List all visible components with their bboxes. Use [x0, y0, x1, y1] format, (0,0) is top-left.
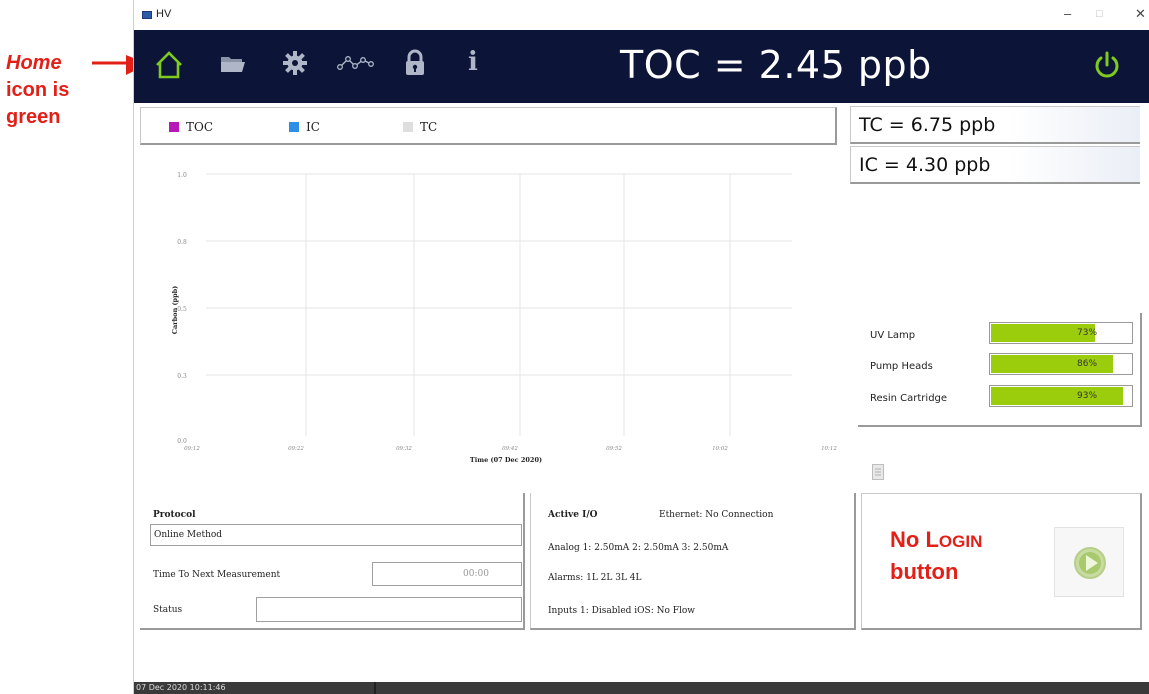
play-icon — [1074, 547, 1106, 579]
next-measurement-value: 00:00 — [463, 569, 489, 579]
legend-item-ic[interactable]: IC — [289, 120, 320, 134]
taskbar: 07 Dec 2020 10:11:46 — [134, 682, 1149, 694]
protocol-method-field[interactable]: Online Method — [150, 524, 522, 546]
consumable-bar-resin-cartridge: 93% — [989, 385, 1133, 407]
chart-legend: TOC IC TC — [140, 107, 837, 145]
login-callout-l: L — [925, 527, 939, 552]
chart-x-tick-label: 09:12 — [184, 446, 200, 452]
app-icon — [142, 11, 152, 19]
chart-x-tick-label: 09:22 — [288, 446, 304, 452]
chart-y-tick-label: 0.0 — [177, 438, 187, 445]
consumable-percent-resin-cartridge: 93% — [1077, 391, 1098, 401]
window-title: HV — [156, 8, 172, 20]
consumable-percent-pump-heads: 86% — [1077, 359, 1098, 369]
consumable-bar-uv-lamp: 73% — [989, 322, 1133, 344]
status-label: Status — [153, 605, 183, 615]
chart-y-tick-label: 0.3 — [177, 373, 187, 380]
minimize-button[interactable]: – — [1064, 6, 1071, 21]
chart-svg: 1.00.80.50.30.009:12 09:22 09:32 09:42 09:52… — [171, 172, 837, 464]
run-button[interactable] — [1054, 527, 1124, 597]
info-icon[interactable]: i — [468, 47, 478, 77]
legend-label-ic: IC — [306, 120, 320, 134]
trend-icon[interactable] — [337, 54, 375, 72]
consumable-label-pump-heads: Pump Heads — [870, 361, 933, 372]
power-icon[interactable] — [1092, 50, 1122, 80]
document-icon[interactable] — [872, 464, 884, 480]
consumables-panel: UV Lamp 73% Pump Heads 86% Resin Cartrid… — [858, 313, 1142, 427]
folder-icon[interactable] — [220, 54, 246, 74]
legend-swatch-ic — [289, 122, 299, 132]
home-callout-line2: icon is — [6, 79, 70, 101]
consumable-fill-resin-cartridge — [991, 387, 1124, 405]
carbon-chart: 1.0 0.8 0.5 0.3 0.0 09:12 09:22 09:32 09:42 09:52… — [134, 150, 844, 480]
protocol-method-value: Online Method — [154, 530, 223, 540]
consumable-percent-uv-lamp: 73% — [1077, 328, 1098, 338]
toc-value-header: TOC = 2.45 ppb — [620, 43, 932, 87]
chart-x-tick-label: 09:52 — [606, 446, 622, 452]
legend-item-tc[interactable]: TC — [403, 120, 437, 134]
chart-x-tick-label: 09:42 — [502, 446, 518, 452]
ethernet-status: Ethernet: No Connection — [659, 510, 774, 520]
taskbar-clock: 07 Dec 2020 10:11:46 — [136, 683, 226, 692]
login-callout-no: No — [890, 527, 926, 552]
chart-x-tick-label: 09:32 — [396, 446, 412, 452]
legend-label-toc: TOC — [186, 120, 214, 134]
ic-readout: IC = 4.30 ppb — [850, 146, 1140, 184]
next-measurement-label: Time To Next Measurement — [153, 570, 281, 580]
active-io-panel: Active I/O Ethernet: No Connection Analo… — [530, 493, 856, 630]
chart-y-tick-label: 1.0 — [177, 172, 187, 179]
chart-x-tick-label: 10:02 — [712, 446, 728, 452]
analog-outputs: Analog 1: 2.50mA 2: 2.50mA 3: 2.50mA — [548, 543, 729, 553]
active-io-title: Active I/O — [548, 510, 598, 520]
consumable-label-resin-cartridge: Resin Cartridge — [870, 393, 948, 404]
title-bar: HV – □ ✕ — [134, 0, 1149, 30]
app-window: HV – □ ✕ i TOC = 2.45 ppb TOC IC TC 1.0 … — [133, 0, 1149, 694]
login-callout-ogin: OGIN — [938, 532, 983, 551]
inputs-status: Inputs 1: Disabled iOS: No Flow — [548, 606, 696, 616]
next-measurement-field: 00:00 — [372, 562, 522, 586]
gear-icon[interactable] — [282, 50, 308, 76]
chart-x-tick-label: 10:12 — [821, 446, 837, 452]
close-button[interactable]: ✕ — [1135, 6, 1146, 22]
lock-icon[interactable] — [404, 49, 426, 77]
alarms-status: Alarms: 1L 2L 3L 4L — [548, 573, 642, 583]
legend-swatch-toc — [169, 122, 179, 132]
chart-y-axis-label: Carbon (ppb) — [171, 286, 179, 334]
top-nav-bar: i TOC = 2.45 ppb — [134, 30, 1149, 103]
taskbar-separator — [374, 682, 376, 694]
tc-readout: TC = 6.75 ppb — [850, 106, 1140, 144]
no-login-callout: No LOGIN button — [890, 525, 982, 587]
chart-x-axis-label: Time (07 Dec 2020) — [470, 456, 542, 464]
consumable-label-uv-lamp: UV Lamp — [870, 330, 916, 341]
chart-y-tick-label: 0.8 — [177, 239, 187, 246]
protocol-title: Protocol — [153, 510, 196, 520]
legend-label-tc: TC — [420, 120, 438, 134]
protocol-panel: Protocol Online Method Time To Next Meas… — [140, 493, 525, 630]
legend-item-toc[interactable]: TOC — [169, 120, 213, 134]
home-icon[interactable] — [154, 50, 184, 80]
status-field — [256, 597, 522, 622]
login-callout-line2: button — [890, 559, 959, 584]
home-callout-line3: green — [6, 106, 61, 128]
consumable-bar-pump-heads: 86% — [989, 353, 1133, 375]
home-callout: Home icon is green — [6, 50, 69, 131]
home-callout-line1: Home — [6, 52, 62, 74]
legend-swatch-tc — [403, 122, 413, 132]
maximize-button[interactable]: □ — [1096, 8, 1103, 20]
